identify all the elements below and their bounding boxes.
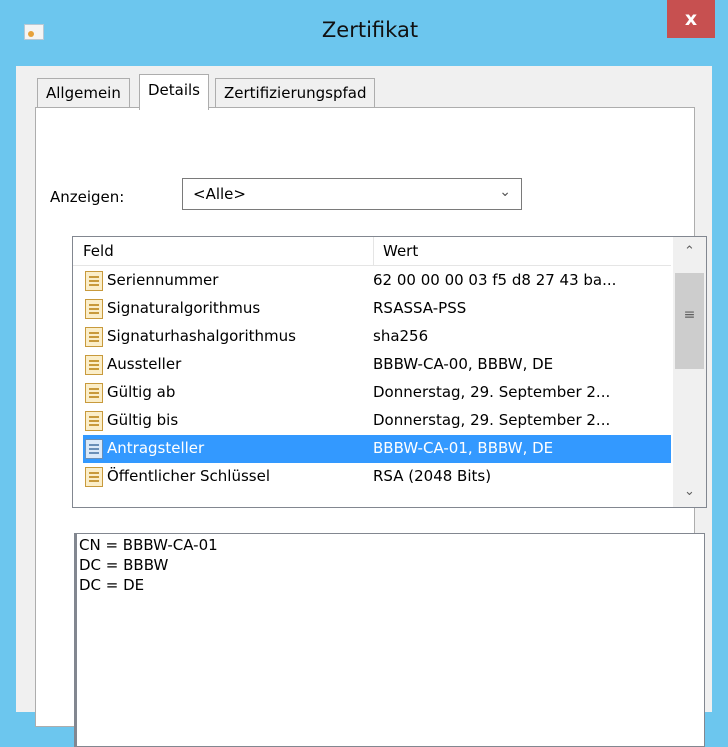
scroll-down-icon[interactable]: ⌄	[673, 477, 706, 507]
column-divider[interactable]	[373, 237, 374, 265]
field-icon	[85, 467, 103, 487]
field-name: Seriennummer	[107, 271, 219, 289]
detail-line: CN = BBBW-CA-01	[79, 536, 218, 554]
list-item-selected[interactable]: Antragsteller BBBW-CA-01, BBBW, DE	[83, 435, 671, 463]
scrollbar-thumb[interactable]	[675, 273, 704, 369]
field-name: Signaturalgorithmus	[107, 299, 261, 317]
detail-line: DC = BBBW	[79, 556, 169, 574]
field-value: RSASSA-PSS	[373, 299, 467, 317]
field-icon	[85, 383, 103, 403]
window-title: Zertifikat	[321, 18, 419, 42]
list-item[interactable]: Seriennummer 62 00 00 00 03 f5 d8 27 43 …	[83, 267, 671, 295]
list-item[interactable]: Aussteller BBBW-CA-00, BBBW, DE	[83, 351, 671, 379]
vertical-scrollbar[interactable]: ⌃ ⌄	[673, 237, 706, 507]
show-dropdown[interactable]: <Alle> ⌄	[182, 178, 522, 210]
field-icon	[85, 355, 103, 375]
field-icon	[85, 327, 103, 347]
field-icon	[85, 411, 103, 431]
field-icon	[85, 271, 103, 291]
list-item[interactable]: Gültig bis Donnerstag, 29. September 2..…	[83, 407, 671, 435]
chevron-down-icon: ⌄	[499, 184, 511, 200]
list-item[interactable]: Öffentlicher Schlüssel RSA (2048 Bits)	[83, 463, 671, 491]
details-panel: Anzeigen: <Alle> ⌄ Feld Wert Seriennumme…	[35, 107, 707, 747]
field-name: Gültig bis	[107, 411, 179, 429]
close-button[interactable]: x	[667, 0, 715, 38]
tab-certification-path[interactable]: Zertifizierungspfad	[215, 78, 376, 108]
detail-line: DC = DE	[79, 576, 145, 594]
field-value: sha256	[373, 327, 429, 345]
field-value: 62 00 00 00 03 f5 d8 27 43 ba...	[373, 271, 617, 289]
field-name: Öffentlicher Schlüssel	[107, 467, 270, 485]
field-value: Donnerstag, 29. September 2...	[373, 411, 611, 429]
field-list[interactable]: Feld Wert Seriennummer 62 00 00 00 03 f5…	[72, 236, 707, 508]
list-item[interactable]: Signaturhashalgorithmus sha256	[83, 323, 671, 351]
title-bar[interactable]: Zertifikat x	[0, 0, 728, 66]
show-label: Anzeigen:	[50, 188, 125, 206]
field-value: BBBW-CA-00, BBBW, DE	[373, 355, 554, 373]
tab-details[interactable]: Details	[139, 74, 210, 110]
field-detail-textbox[interactable]: CN = BBBW-CA-01 DC = BBBW DC = DE	[74, 533, 705, 747]
field-name: Signaturhashalgorithmus	[107, 327, 296, 345]
field-value: RSA (2048 Bits)	[373, 467, 492, 485]
field-icon	[85, 299, 103, 319]
field-value: Donnerstag, 29. September 2...	[373, 383, 611, 401]
field-name: Gültig ab	[107, 383, 176, 401]
show-dropdown-value: <Alle>	[193, 185, 246, 203]
list-header: Feld Wert	[73, 237, 671, 266]
scroll-up-icon[interactable]: ⌃	[673, 237, 706, 267]
list-item[interactable]: Signaturalgorithmus RSASSA-PSS	[83, 295, 671, 323]
dialog-body: Allgemein Details Zertifizierungspfad An…	[16, 66, 712, 747]
field-value: BBBW-CA-01, BBBW, DE	[373, 439, 554, 457]
field-name: Antragsteller	[107, 439, 205, 457]
column-header-value[interactable]: Wert	[383, 242, 418, 260]
field-name: Aussteller	[107, 355, 182, 373]
list-item[interactable]: Gültig ab Donnerstag, 29. September 2...	[83, 379, 671, 407]
tab-general[interactable]: Allgemein	[37, 78, 130, 108]
column-header-field[interactable]: Feld	[83, 242, 114, 260]
field-icon	[85, 439, 103, 459]
